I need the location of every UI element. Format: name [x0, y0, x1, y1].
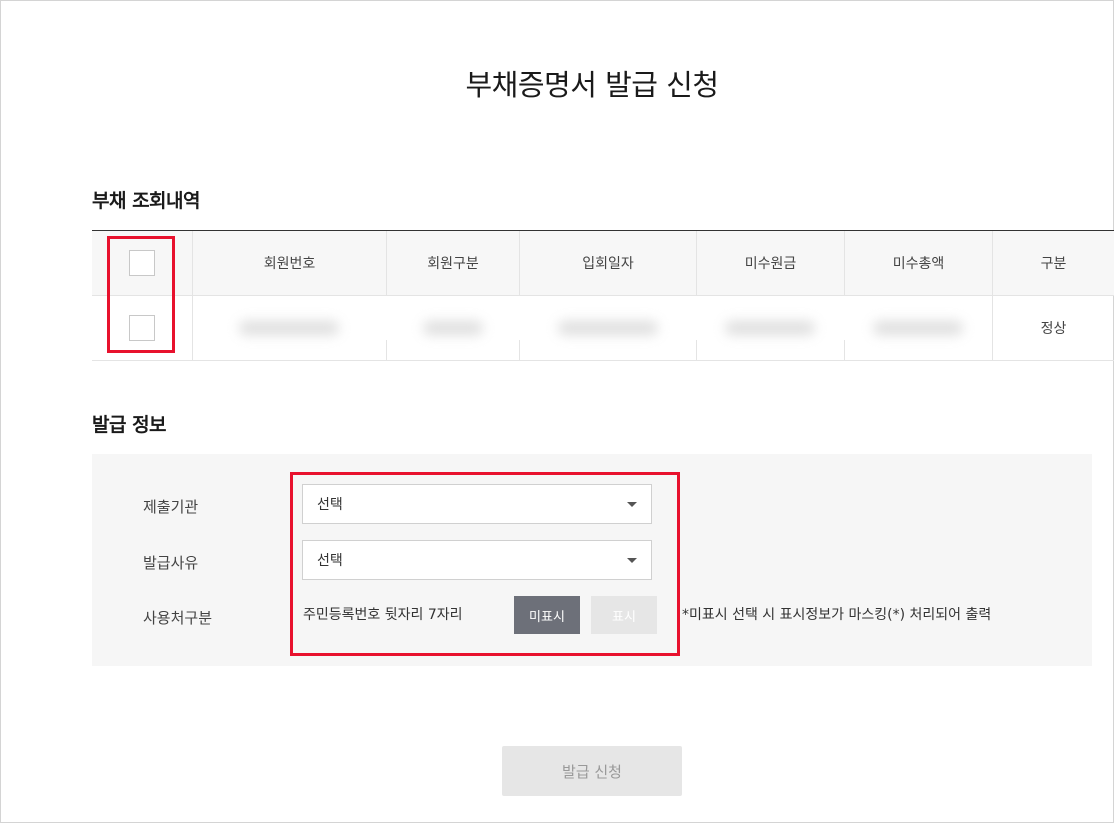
header-select-cell — [92, 231, 192, 295]
principal-cell — [696, 296, 844, 360]
blurred-value — [725, 321, 815, 335]
column-header: 회원번호 — [192, 231, 386, 295]
issue-section-title: 발급 정보 — [92, 414, 167, 436]
column-header: 회원구분 — [386, 231, 519, 295]
chevron-down-icon — [627, 502, 637, 507]
blurred-value — [873, 321, 963, 335]
member-type-cell — [386, 296, 519, 360]
row-select-cell — [92, 296, 192, 360]
institution-select-value: 선택 — [317, 497, 343, 513]
column-header: 미수원금 — [696, 231, 844, 295]
institution-select[interactable]: 선택 — [302, 484, 652, 524]
column-header: 미수총액 — [844, 231, 992, 295]
debt-section-title: 부채 조회내역 — [92, 190, 201, 212]
column-header: 구분 — [992, 231, 1114, 295]
show-button[interactable]: 표시 — [591, 596, 657, 634]
reason-label: 발급사유 — [143, 554, 199, 572]
join-date-cell — [519, 296, 696, 360]
institution-label: 제출기관 — [143, 498, 199, 516]
reason-select[interactable]: 선택 — [302, 540, 652, 580]
member-no-cell — [192, 296, 386, 360]
submit-button[interactable]: 발급 신청 — [502, 746, 682, 796]
column-header: 입회일자 — [519, 231, 696, 295]
status-cell: 정상 — [992, 296, 1114, 360]
select-all-checkbox[interactable] — [129, 250, 155, 276]
row-checkbox[interactable] — [129, 315, 155, 341]
table-header-row: 회원번호 회원구분 입회일자 미수원금 미수총액 구분 — [92, 231, 1114, 296]
debt-table: 회원번호 회원구분 입회일자 미수원금 미수총액 구분 정상 — [92, 230, 1114, 361]
table-row: 정상 — [92, 296, 1114, 361]
blurred-value — [557, 321, 658, 335]
mask-button[interactable]: 미표시 — [514, 596, 580, 634]
blurred-value — [239, 321, 339, 335]
usage-description: 주민등록번호 뒷자리 7자리 — [303, 607, 463, 623]
chevron-down-icon — [627, 558, 637, 563]
blurred-value — [422, 321, 483, 335]
usage-label: 사용처구분 — [143, 609, 213, 627]
page-title: 부채증명서 발급 신청 — [465, 68, 719, 102]
masking-note: *미표시 선택 시 표시정보가 마스킹(*) 처리되어 출력 — [682, 607, 992, 623]
reason-select-value: 선택 — [317, 553, 343, 569]
page-frame — [0, 0, 1114, 823]
total-cell — [844, 296, 992, 360]
